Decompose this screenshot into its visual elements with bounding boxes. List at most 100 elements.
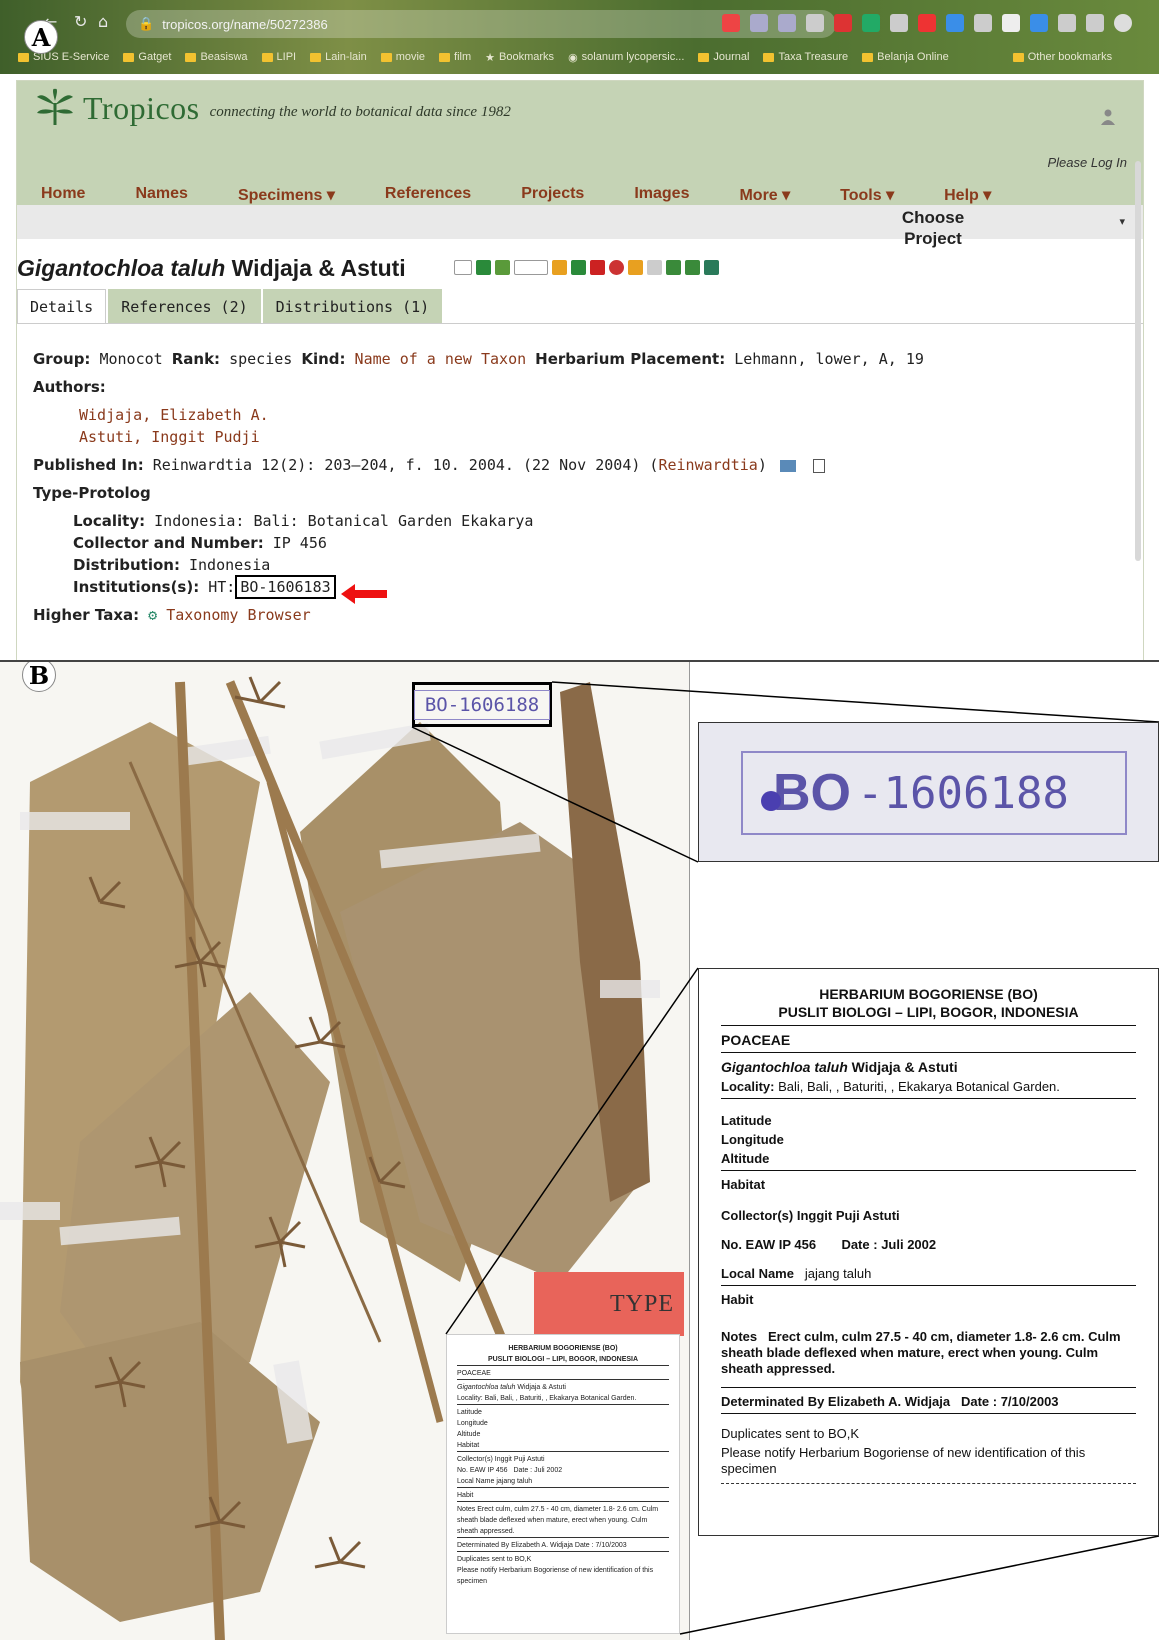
- leaf-icon[interactable]: [552, 260, 567, 275]
- panel-a-label: A: [24, 20, 58, 54]
- profile-avatar-icon[interactable]: [1114, 14, 1132, 32]
- taxon-name: Gigantochloa taluh: [17, 255, 226, 281]
- leaf-logo-icon: [37, 88, 73, 125]
- choose-project-select[interactable]: Choose Project: [887, 207, 979, 249]
- folder-icon: [862, 52, 874, 62]
- jstor-icon[interactable]: [590, 260, 605, 275]
- sidebar-icon[interactable]: [1086, 14, 1104, 32]
- author-link[interactable]: Astuti, Inggit Pudji: [79, 428, 260, 446]
- site-header: Tropicos connecting the world to botanic…: [17, 81, 1143, 217]
- folder-icon: [763, 52, 775, 62]
- tree-icon[interactable]: [571, 260, 586, 275]
- puzzle-icon[interactable]: [1058, 14, 1076, 32]
- login-link[interactable]: Please Log In: [1047, 155, 1127, 170]
- label-determined: Determinated By Elizabeth A. Widjaja: [721, 1394, 951, 1409]
- tab-distributions[interactable]: Distributions (1): [262, 289, 443, 324]
- folder-icon: [1012, 52, 1024, 62]
- ipni-icon[interactable]: [454, 260, 472, 275]
- nav-specimens[interactable]: Specimens ▾: [238, 185, 335, 205]
- label-taxon: Gigantochloa taluh: [721, 1059, 848, 1075]
- feather-icon[interactable]: [647, 260, 662, 275]
- kind-link[interactable]: Name of a new Taxon: [355, 350, 527, 368]
- type-label: TYPE: [534, 1272, 684, 1336]
- plant-icon[interactable]: [628, 260, 643, 275]
- tab-references[interactable]: References (2): [108, 289, 261, 324]
- bookmark-item[interactable]: LIPI: [261, 51, 296, 63]
- locality-value: Indonesia: Bali: Botanical Garden Ekakar…: [154, 512, 534, 530]
- authors-label: Authors:: [33, 378, 106, 396]
- copy-icon[interactable]: [812, 458, 825, 473]
- scrollbar[interactable]: [1135, 161, 1141, 561]
- tab-details[interactable]: Details: [17, 289, 107, 324]
- mnhn-icon[interactable]: [514, 260, 548, 275]
- folder-icon: [18, 52, 29, 62]
- label-collector: Inggit Puji Astuti: [796, 1208, 900, 1223]
- published-row: Published In: Reinwardtia 12(2): 203–204…: [33, 456, 825, 474]
- journal-link[interactable]: Reinwardtia: [658, 456, 757, 474]
- circle-icon[interactable]: [609, 260, 624, 275]
- author-link[interactable]: Widjaja, Elizabeth A.: [79, 406, 269, 424]
- google-icon[interactable]: [722, 14, 740, 32]
- bookmark-item[interactable]: Other bookmarks: [1012, 51, 1112, 63]
- bookmark-item[interactable]: film: [439, 51, 471, 63]
- zoom-icon[interactable]: [750, 14, 768, 32]
- herb-icon[interactable]: [685, 260, 700, 275]
- bookmark-item[interactable]: Belanja Online: [862, 51, 949, 63]
- extension-icon[interactable]: [834, 14, 852, 32]
- sprout-icon[interactable]: [666, 260, 681, 275]
- extension-icon[interactable]: [890, 14, 908, 32]
- folder-icon: [261, 52, 273, 62]
- nav-references[interactable]: References: [385, 185, 471, 205]
- nav-home[interactable]: Home: [41, 185, 85, 205]
- gbif-icon[interactable]: [704, 260, 719, 275]
- globe-icon: ◉: [568, 51, 578, 64]
- nav-more[interactable]: More ▾: [739, 185, 790, 205]
- rank-value: species: [229, 350, 293, 368]
- extension-icon[interactable]: [946, 14, 964, 32]
- nav-images[interactable]: Images: [634, 185, 689, 205]
- download-icon[interactable]: [974, 14, 992, 32]
- herbarium-sheet-photo: B BO-1606188 TYPE HERBARIUM BOGORIENSE (…: [0, 662, 690, 1640]
- tab-bar: Details References (2) Distributions (1): [17, 289, 444, 324]
- folder-icon[interactable]: [779, 459, 796, 472]
- nav-tools[interactable]: Tools ▾: [840, 185, 894, 205]
- nav-help[interactable]: Help ▾: [944, 185, 991, 205]
- tropicos-page: Tropicos connecting the world to botanic…: [16, 80, 1144, 660]
- stamp-zoom-inset: BO -1606188: [698, 722, 1159, 862]
- external-links: [454, 260, 719, 275]
- home-icon[interactable]: ⌂: [98, 12, 108, 31]
- label-header: HERBARIUM BOGORIENSE (BO): [819, 986, 1038, 1002]
- nav-projects[interactable]: Projects: [521, 185, 584, 205]
- bookmark-item[interactable]: SIUS E-Service: [18, 51, 109, 63]
- bookmark-item[interactable]: Gatget: [123, 51, 171, 63]
- lock-icon: 🔒: [138, 16, 155, 31]
- reload-icon[interactable]: ↻: [74, 12, 87, 31]
- label-date: Juli 2002: [881, 1237, 937, 1252]
- nav-names[interactable]: Names: [135, 185, 187, 205]
- folder-icon: [185, 52, 197, 62]
- ny-icon[interactable]: [495, 260, 510, 275]
- extension-icon[interactable]: [1030, 14, 1048, 32]
- star-icon[interactable]: [806, 14, 824, 32]
- stamp-text: BO-1606188: [413, 689, 551, 720]
- bookmark-item[interactable]: Journal: [698, 51, 749, 63]
- taxonomy-browser-link[interactable]: Taxonomy Browser: [166, 606, 311, 624]
- share-icon[interactable]: [778, 14, 796, 32]
- tropicos-logo[interactable]: Tropicos connecting the world to botanic…: [33, 87, 511, 127]
- specimen-barcode-stamp: BO-1606188: [412, 682, 552, 727]
- australia-icon[interactable]: [476, 260, 491, 275]
- bookmark-item[interactable]: ◉ solanum lycopersic...: [568, 51, 684, 64]
- ink-dot: [761, 791, 781, 811]
- grammarly-icon[interactable]: [862, 14, 880, 32]
- brand-name: Tropicos: [83, 90, 200, 126]
- bookmark-item[interactable]: Beasiswa: [185, 51, 248, 63]
- extension-icon[interactable]: [1002, 14, 1020, 32]
- page-title: Gigantochloa taluh Widjaja & Astuti: [17, 255, 406, 282]
- chevron-down-icon[interactable]: ▾: [1119, 215, 1125, 228]
- bookmark-item[interactable]: ★ Bookmarks: [485, 51, 554, 64]
- bookmark-item[interactable]: Taxa Treasure: [763, 51, 848, 63]
- bookmark-item[interactable]: Lain-lain: [310, 51, 367, 63]
- bookmark-item[interactable]: movie: [380, 51, 425, 63]
- extension-icon[interactable]: [918, 14, 936, 32]
- user-icon[interactable]: [1101, 109, 1115, 125]
